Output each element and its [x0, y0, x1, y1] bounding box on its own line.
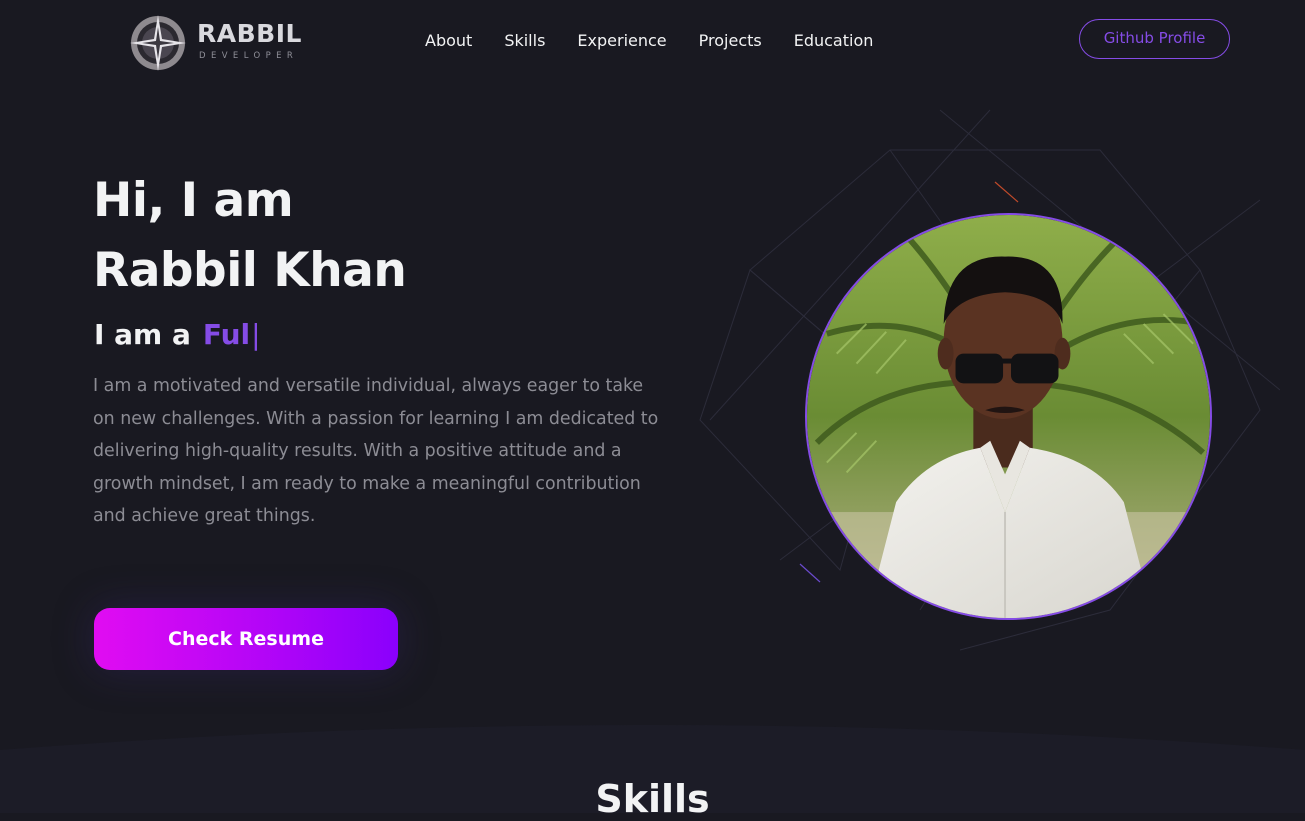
hero-name: Rabbil Khan	[93, 243, 407, 298]
nav-link-experience[interactable]: Experience	[577, 31, 666, 50]
hero-title: Hi, I am Rabbil Khan	[93, 166, 407, 306]
hero-greeting: Hi, I am	[93, 173, 294, 228]
top-navbar: RABBIL DEVELOPER About Skills Experience…	[0, 0, 1305, 82]
profile-photo	[805, 213, 1212, 620]
nav-link-projects[interactable]: Projects	[699, 31, 762, 50]
brand-logo[interactable]: RABBIL DEVELOPER	[128, 13, 318, 73]
role-typed-text: Ful	[202, 318, 251, 351]
nav-link-education[interactable]: Education	[794, 31, 874, 50]
nav-link-about[interactable]: About	[425, 31, 472, 50]
check-resume-button[interactable]: Check Resume	[94, 608, 398, 670]
hero-role-line: I am a Ful |	[94, 318, 261, 351]
role-prefix: I am a	[94, 318, 191, 351]
github-profile-button[interactable]: Github Profile	[1079, 19, 1230, 59]
hero-description: I am a motivated and versatile individua…	[93, 376, 659, 526]
profile-photo-image	[807, 215, 1210, 618]
skills-heading: Skills	[595, 777, 710, 821]
typing-cursor: |	[251, 318, 261, 351]
nav-links: About Skills Experience Projects Educati…	[425, 31, 905, 50]
brand-subtitle: DEVELOPER	[199, 51, 299, 61]
compass-logo-icon	[130, 15, 186, 71]
brand-title: RABBIL	[197, 19, 302, 48]
nav-link-skills[interactable]: Skills	[504, 31, 545, 50]
